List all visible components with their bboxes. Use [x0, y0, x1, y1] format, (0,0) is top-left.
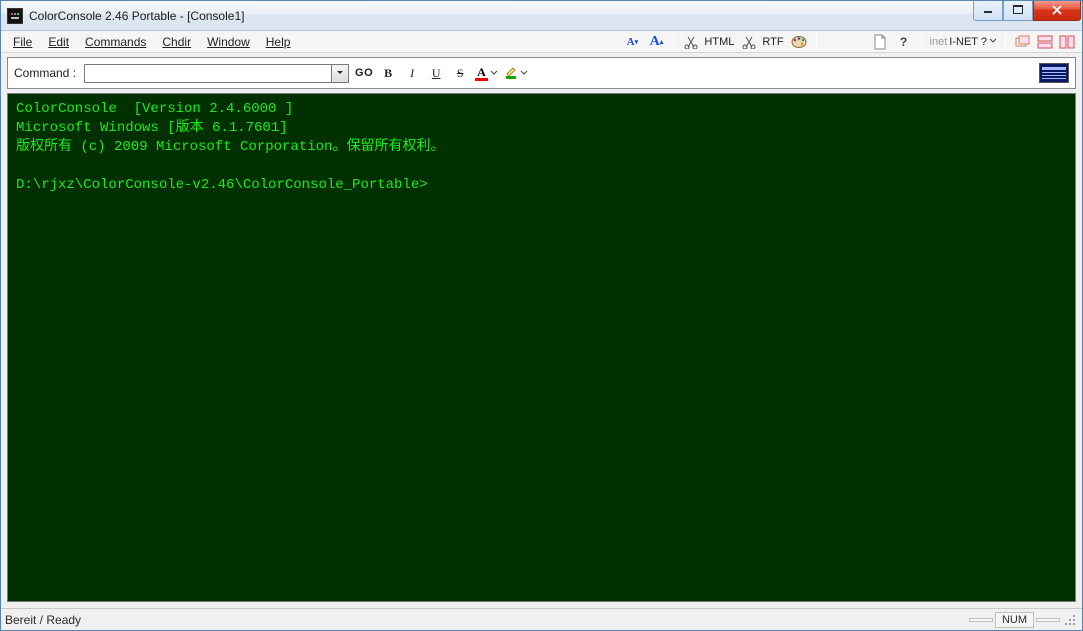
highlight-color-button[interactable]: [504, 64, 528, 83]
color-palette-icon[interactable]: [790, 33, 808, 51]
bold-button[interactable]: B: [379, 64, 397, 82]
toolbar-separator: [816, 34, 817, 50]
command-input[interactable]: [84, 64, 332, 83]
terminal-line: Microsoft Windows [版本 6.1.7601]: [16, 120, 288, 136]
terminal-prompt: D:\rjxz\ColorConsole-v2.46\ColorConsole_…: [16, 177, 428, 193]
status-cell-caps: [969, 618, 993, 622]
menu-help[interactable]: Help: [258, 33, 299, 51]
command-label: Command :: [14, 66, 76, 80]
rtf-label[interactable]: RTF: [762, 36, 783, 48]
inet-dropdown[interactable]: inet I-NET ?: [930, 36, 997, 48]
menu-window[interactable]: Window: [199, 33, 258, 51]
status-ready: Bereit / Ready: [5, 613, 81, 627]
window-title: ColorConsole 2.46 Portable - [Console1]: [29, 9, 244, 23]
strikethrough-button[interactable]: S: [451, 64, 469, 82]
status-cell-scrl: [1036, 618, 1060, 622]
minimize-button[interactable]: [973, 1, 1003, 21]
status-cell-num: NUM: [995, 612, 1034, 628]
app-icon: [7, 8, 23, 24]
menu-edit[interactable]: Edit: [40, 33, 77, 51]
terminal-line: ColorConsole [Version 2.4.6000 ]: [16, 101, 293, 117]
underline-button[interactable]: U: [427, 64, 445, 82]
font-increase-icon[interactable]: A▴: [647, 33, 665, 51]
maximize-button[interactable]: [1003, 1, 1033, 21]
toolbar-separator: [1005, 34, 1006, 50]
tile-vertical-icon[interactable]: [1058, 33, 1076, 51]
new-document-icon[interactable]: [871, 33, 889, 51]
command-bar: Command : GO B I U S A: [7, 57, 1076, 89]
command-dropdown-button[interactable]: [332, 64, 349, 83]
terminal-container: ColorConsole [Version 2.4.6000 ] Microso…: [1, 93, 1082, 608]
toolbar-separator: [921, 34, 922, 50]
command-bar-container: Command : GO B I U S A: [1, 53, 1082, 93]
command-combo: [84, 64, 349, 83]
chevron-down-icon: [520, 66, 528, 80]
text-color-button[interactable]: A: [475, 66, 498, 81]
toolbar-separator: [673, 34, 674, 50]
app-window: ColorConsole 2.46 Portable - [Console1] …: [0, 0, 1083, 631]
status-bar: Bereit / Ready NUM: [1, 608, 1082, 630]
resize-grip[interactable]: [1062, 612, 1078, 628]
tile-horizontal-icon[interactable]: [1036, 33, 1054, 51]
help-icon[interactable]: ?: [895, 33, 913, 51]
close-button[interactable]: [1033, 1, 1081, 21]
font-decrease-icon[interactable]: A▾: [623, 33, 641, 51]
chevron-down-icon: [490, 66, 498, 80]
highlight-icon: [504, 64, 518, 83]
console-tab-thumb[interactable]: [1039, 63, 1069, 83]
menu-bar: File Edit Commands Chdir Window Help A▾ …: [1, 31, 1082, 53]
menu-file[interactable]: File: [5, 33, 40, 51]
chevron-down-icon: [989, 36, 997, 48]
menu-commands[interactable]: Commands: [77, 33, 154, 51]
menu-chdir[interactable]: Chdir: [154, 33, 199, 51]
italic-button[interactable]: I: [403, 64, 421, 82]
toolbar: A▾ A▴ HTML RTF ? inet I-NET ?: [623, 33, 1078, 51]
title-bar: ColorConsole 2.46 Portable - [Console1]: [1, 1, 1082, 31]
terminal[interactable]: ColorConsole [Version 2.4.6000 ] Microso…: [7, 93, 1076, 602]
terminal-line: 版权所有 (c) 2009 Microsoft Corporation。保留所有…: [16, 139, 444, 155]
copy-rtf-icon[interactable]: [740, 33, 758, 51]
html-label[interactable]: HTML: [704, 36, 734, 48]
go-button[interactable]: GO: [355, 64, 373, 82]
copy-html-icon[interactable]: [682, 33, 700, 51]
cascade-windows-icon[interactable]: [1014, 33, 1032, 51]
window-buttons: [973, 1, 1081, 21]
